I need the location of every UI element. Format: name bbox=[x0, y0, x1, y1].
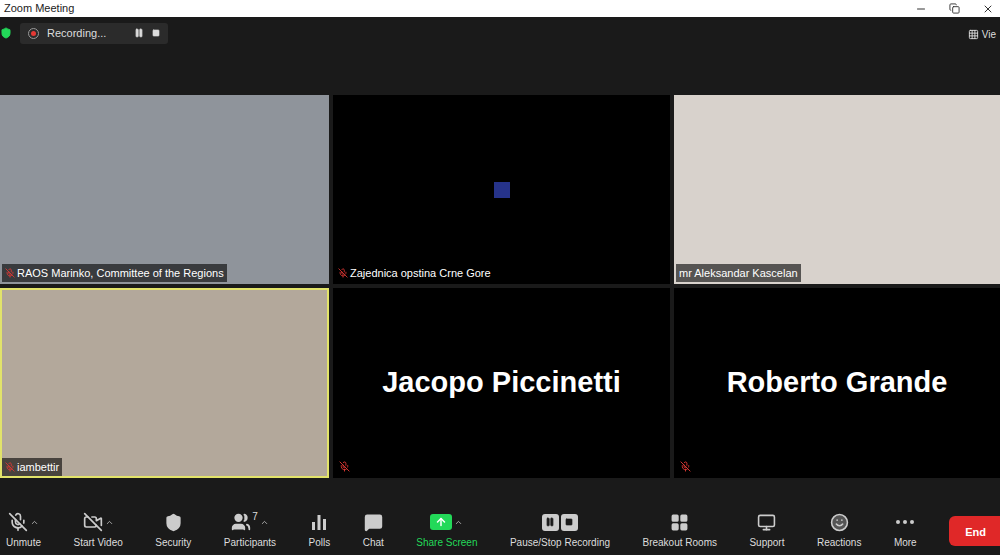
name-label: mr Aleksandar Kascelan bbox=[676, 264, 801, 283]
toolbar-button[interactable]: 7Participants bbox=[224, 512, 276, 550]
toolbar-button[interactable]: Breakout Rooms bbox=[642, 512, 716, 550]
muted-mic-icon bbox=[5, 462, 15, 472]
caret-icon[interactable] bbox=[30, 518, 39, 527]
polls-icon bbox=[309, 513, 329, 531]
participant-name-large: Jacopo Piccinetti bbox=[382, 361, 621, 405]
toolbar-button[interactable]: Support bbox=[749, 512, 784, 550]
security-shield-icon bbox=[0, 27, 12, 39]
toolbar-button[interactable]: Start Video bbox=[73, 512, 122, 550]
video-off-icon bbox=[83, 512, 103, 532]
toolbar-button[interactable]: Pause/Stop Recording bbox=[510, 512, 610, 550]
window-title: Zoom Meeting bbox=[4, 0, 74, 17]
caret-icon[interactable] bbox=[105, 518, 114, 527]
minimize-icon[interactable] bbox=[915, 3, 927, 15]
name-label: RAOS Marinko, Committee of the Regions bbox=[2, 264, 227, 283]
toolbar-button[interactable]: More bbox=[894, 512, 917, 550]
recording-dot-icon bbox=[28, 28, 39, 39]
support-icon bbox=[757, 513, 776, 532]
name-label: Zajednica opstina Crne Gore bbox=[335, 264, 494, 283]
avatar-block bbox=[494, 182, 510, 198]
share-screen-icon bbox=[430, 514, 452, 530]
toolbar-button[interactable]: Polls bbox=[309, 512, 331, 550]
reactions-icon bbox=[830, 513, 849, 532]
name-label: iambettir bbox=[2, 458, 62, 477]
shield-icon bbox=[164, 513, 183, 532]
chat-icon bbox=[364, 513, 383, 532]
caret-icon[interactable] bbox=[260, 518, 269, 527]
participant-tile[interactable]: iambettir bbox=[0, 288, 329, 478]
title-bar: Zoom Meeting bbox=[0, 0, 1000, 17]
meeting-toolbar: Unmute Start Video Security 7Participants Po… bbox=[0, 507, 1000, 555]
muted-mic-icon bbox=[5, 268, 15, 278]
muted-mic-icon bbox=[339, 461, 350, 472]
toolbar-button[interactable]: Reactions bbox=[817, 512, 861, 550]
muted-mic-icon bbox=[338, 268, 348, 278]
grid-icon bbox=[968, 29, 979, 40]
toolbar-button[interactable]: Chat bbox=[363, 512, 384, 550]
mic-off-icon bbox=[8, 512, 28, 532]
participant-tile[interactable]: RAOS Marinko, Committee of the Regions bbox=[0, 95, 329, 284]
toolbar-button[interactable]: Share Screen bbox=[416, 512, 477, 550]
participant-tile[interactable]: Roberto Grande bbox=[674, 288, 1000, 478]
more-icon bbox=[896, 513, 914, 531]
video-grid: RAOS Marinko, Committee of the Regions Za… bbox=[0, 95, 1000, 478]
breakout-rooms-icon bbox=[670, 513, 689, 532]
pause-icon[interactable] bbox=[134, 28, 144, 38]
restore-icon[interactable] bbox=[949, 3, 960, 14]
participant-tile[interactable]: Zajednica opstina Crne Gore bbox=[333, 95, 670, 284]
muted-mic-icon bbox=[680, 461, 691, 472]
participant-tile[interactable]: Jacopo Piccinetti bbox=[333, 288, 670, 478]
toolbar-button[interactable]: Security bbox=[155, 512, 191, 550]
participant-tile[interactable]: mr Aleksandar Kascelan bbox=[674, 95, 1000, 284]
toolbar-button[interactable]: Unmute bbox=[6, 512, 41, 550]
participants-count: 7 bbox=[252, 512, 258, 522]
view-button[interactable]: Vie bbox=[968, 23, 996, 42]
end-button[interactable]: End bbox=[949, 516, 1000, 546]
pause-stop-icon bbox=[542, 514, 578, 531]
stop-icon[interactable] bbox=[152, 29, 160, 37]
participants-icon: 7 bbox=[231, 512, 258, 532]
close-icon[interactable] bbox=[982, 3, 994, 15]
recording-indicator[interactable]: Recording... bbox=[20, 23, 168, 44]
participant-name-large: Roberto Grande bbox=[727, 361, 948, 405]
caret-icon[interactable] bbox=[454, 518, 463, 527]
